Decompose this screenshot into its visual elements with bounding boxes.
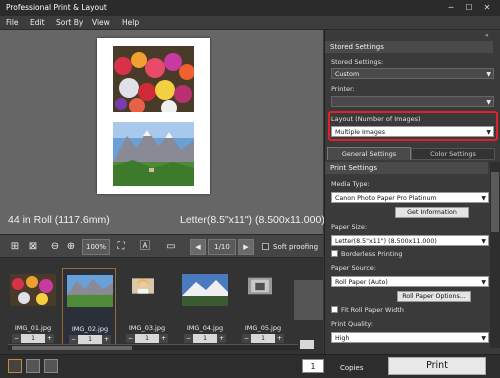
mountain-photo[interactable] — [113, 122, 194, 186]
thumbnail-item-selected[interactable]: IMG_02.jpg −1 + — [62, 268, 116, 346]
copy-counter[interactable] — [300, 340, 314, 349]
copy-counter[interactable]: −1 + — [12, 334, 54, 343]
prev-page-button[interactable]: ◀ — [190, 239, 206, 255]
tab-general-settings[interactable]: General Settings — [327, 147, 411, 160]
page-indicator[interactable]: 1/10 — [208, 239, 236, 255]
print-settings-header: Print Settings — [325, 162, 488, 174]
thumbnail-item[interactable]: IMG_05.jpg −1 + — [236, 268, 290, 346]
thumbnail-scrollbar[interactable] — [8, 344, 298, 350]
soft-proofing-label: Soft proofing — [273, 243, 319, 251]
thumbnail-partial[interactable] — [294, 280, 323, 320]
scrollbar-thumb[interactable] — [12, 346, 132, 350]
status-bar: 1 Copies Print — [0, 354, 500, 378]
delete-page-icon[interactable]: ⊠ — [26, 240, 40, 254]
fit-page-icon[interactable]: ⛶ — [114, 240, 128, 254]
scrollbar-thumb[interactable] — [491, 172, 499, 232]
borderless-checkbox[interactable] — [331, 250, 338, 257]
thumbnail-name: IMG_04.jpg — [186, 324, 224, 332]
media-type-label: Media Type: — [331, 180, 370, 188]
tab-color-settings[interactable]: Color Settings — [411, 148, 495, 160]
thumbnail-image — [182, 274, 228, 306]
menu-view[interactable]: View — [92, 18, 110, 27]
stored-settings-select[interactable]: Custom ▼ — [331, 68, 494, 79]
copy-counter[interactable]: −1 + — [126, 334, 168, 343]
get-information-button[interactable]: Get Information — [395, 207, 469, 218]
thumbnail-image — [248, 277, 272, 295]
title-bar: Professional Print & Layout ─ ☐ ✕ — [0, 0, 500, 16]
copy-counter[interactable]: −1 + — [242, 334, 284, 343]
roll-info: 44 in Roll (1117.6mm) — [8, 214, 110, 226]
thumbnail-item[interactable]: IMG_04.jpg −1 + — [178, 268, 232, 346]
print-button[interactable]: Print — [388, 357, 486, 375]
menu-bar: File Edit Sort By View Help — [0, 16, 500, 30]
menu-help[interactable]: Help — [122, 18, 139, 27]
thumbnail-name: IMG_03.jpg — [128, 324, 166, 332]
thumbnail-item[interactable]: IMG_03.jpg −1 + — [120, 268, 174, 346]
media-type-select[interactable]: Canon Photo Paper Pro Platinum ▼ — [331, 192, 489, 203]
collapse-panel-icon[interactable]: « — [485, 32, 489, 39]
print-quality-label: Print Quality: — [331, 320, 373, 328]
roll-paper-options-button[interactable]: Roll Paper Options... — [397, 291, 471, 302]
next-page-button[interactable]: ▶ — [238, 239, 254, 255]
paper-source-select[interactable]: Roll Paper (Auto) ▼ — [331, 276, 489, 287]
fit-roll-checkbox[interactable] — [331, 306, 338, 313]
menu-file[interactable]: File — [6, 18, 19, 27]
paper-size-label: Paper Size: — [331, 223, 368, 231]
menu-sort-by[interactable]: Sort By — [56, 18, 83, 27]
minimize-button[interactable]: ─ — [444, 1, 458, 14]
paper-size-select[interactable]: Letter(8.5"x11") (8.500x11.000) ▼ — [331, 235, 489, 246]
thumbnail-item[interactable]: IMG_01.jpg −1 + — [6, 268, 60, 346]
soft-proofing-checkbox[interactable] — [262, 243, 269, 250]
thumbnail-image — [10, 274, 56, 306]
zoom-out-icon[interactable]: ⊖ — [48, 240, 62, 254]
flower-photo[interactable] — [113, 46, 194, 112]
copies-input[interactable]: 1 — [302, 359, 324, 373]
preview-toolbar: ⊞ ⊠ ⊖ ⊕ 100% ⛶ 🄰 ▭ ◀ 1/10 ▶ Soft proofin… — [0, 234, 323, 258]
thumbnail-strip: IMG_01.jpg −1 + IMG_02.jpg −1 + IMG_03.jpg… — [0, 258, 323, 354]
stored-settings-label: Stored Settings: — [331, 58, 384, 66]
window-title: Professional Print & Layout — [6, 3, 107, 12]
print-quality-select[interactable]: High ▼ — [331, 332, 489, 343]
stored-settings-header: Stored Settings — [325, 41, 493, 53]
layout-list-icon[interactable] — [44, 359, 58, 373]
borderless-label: Borderless Printing — [341, 250, 403, 258]
panel-scrollbar[interactable] — [490, 162, 500, 348]
printer-select[interactable]: ▼ — [331, 96, 494, 107]
thumbnail-image — [132, 278, 154, 294]
printer-label: Printer: — [331, 85, 355, 93]
copy-counter[interactable]: −1 + — [184, 334, 226, 343]
thumbnail-name: IMG_02.jpg — [71, 325, 109, 333]
thumbnail-name: IMG_01.jpg — [14, 324, 52, 332]
copies-label: Copies — [340, 364, 364, 372]
zoom-in-icon[interactable]: ⊕ — [64, 240, 78, 254]
zoom-select[interactable]: 100% — [82, 239, 110, 255]
thumbnail-image — [67, 275, 113, 307]
settings-panel: « Stored Settings Stored Settings: Custo… — [324, 30, 500, 354]
thumbnail-name: IMG_05.jpg — [244, 324, 282, 332]
text-tool-icon[interactable]: 🄰 — [138, 240, 152, 254]
add-page-icon[interactable]: ⊞ — [8, 240, 22, 254]
copy-counter[interactable]: −1 + — [69, 335, 111, 344]
layout-label: Layout (Number of Images) — [331, 115, 421, 123]
menu-edit[interactable]: Edit — [30, 18, 45, 27]
fit-roll-label: Fit Roll Paper Width — [341, 306, 404, 314]
layout-single-icon[interactable] — [8, 359, 22, 373]
page-setup-icon[interactable]: ▭ — [164, 240, 178, 254]
layout-split-icon[interactable] — [26, 359, 40, 373]
paper-size-info: Letter(8.5"x11") (8.500x11.000) — [180, 214, 325, 226]
paper-source-label: Paper Source: — [331, 264, 376, 272]
close-button[interactable]: ✕ — [480, 1, 494, 14]
maximize-button[interactable]: ☐ — [462, 1, 476, 14]
page-preview[interactable] — [97, 38, 210, 194]
layout-select[interactable]: Multiple Images ▼ — [331, 126, 494, 137]
